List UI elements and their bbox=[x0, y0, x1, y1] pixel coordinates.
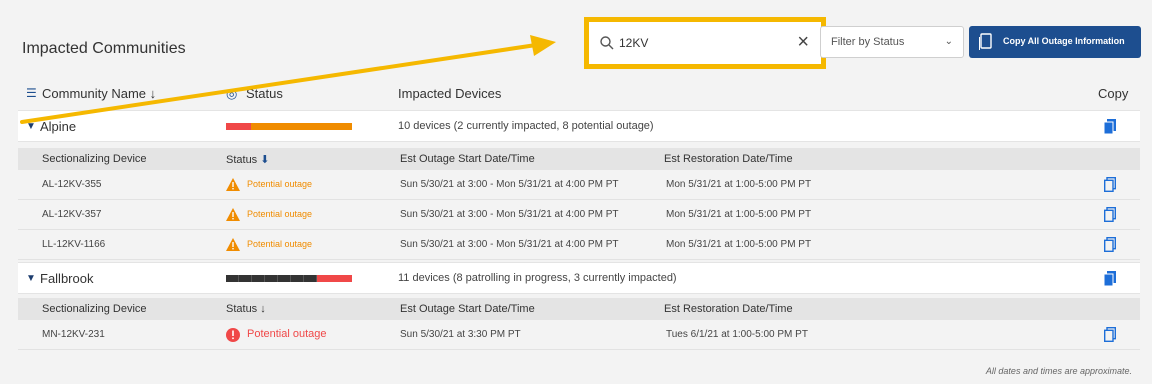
close-icon[interactable]: × bbox=[797, 32, 809, 52]
column-outage-start: Est Outage Start Date/Time bbox=[400, 303, 535, 315]
column-community-name[interactable]: Community Name ↓ bbox=[42, 86, 156, 101]
device-subheader: Sectionalizing Device Status ⬇ Est Outag… bbox=[18, 148, 1140, 170]
column-sectionalizing-device: Sectionalizing Device bbox=[42, 303, 147, 315]
outage-start: Sun 5/30/21 at 3:00 - Mon 5/31/21 at 4:0… bbox=[400, 239, 619, 250]
device-id: MN-12KV-231 bbox=[42, 329, 105, 340]
column-outage-start: Est Outage Start Date/Time bbox=[400, 153, 535, 165]
community-name: Alpine bbox=[40, 119, 77, 134]
copy-all-label: Copy All Outage Information bbox=[1003, 36, 1125, 46]
search-value[interactable]: 12KV bbox=[619, 36, 648, 50]
device-id: AL-12KV-355 bbox=[42, 179, 102, 190]
copy-icon[interactable] bbox=[1104, 237, 1116, 252]
column-device-status[interactable]: Status ↓ bbox=[226, 303, 266, 315]
column-impacted-devices: Impacted Devices bbox=[398, 86, 502, 101]
status-text: Potential outage bbox=[247, 239, 313, 249]
table-row: AL-12KV-357 Potential outage Sun 5/30/21… bbox=[18, 200, 1140, 230]
footnote: All dates and times are approximate. bbox=[985, 366, 1132, 376]
restoration-time: Mon 5/31/21 at 1:00-5:00 PM PT bbox=[666, 179, 812, 190]
column-sectionalizing-device: Sectionalizing Device bbox=[42, 153, 147, 165]
chevron-down-icon: ⌄ bbox=[944, 36, 953, 47]
column-copy: Copy bbox=[1098, 86, 1129, 101]
outage-start: Sun 5/30/21 at 3:00 - Mon 5/31/21 at 4:0… bbox=[400, 179, 619, 190]
warning-icon bbox=[226, 178, 240, 191]
table-header: ☰ Community Name ↓ ◎ Status Impacted Dev… bbox=[18, 76, 1140, 110]
copy-icon[interactable] bbox=[1104, 271, 1116, 286]
impacted-devices-summary: 10 devices (2 currently impacted, 8 pote… bbox=[398, 120, 654, 132]
community-row-fallbrook[interactable]: ▼ Fallbrook 11 devices (8 patrolling in … bbox=[18, 262, 1140, 294]
sort-list-icon[interactable]: ☰ bbox=[26, 86, 37, 100]
device-status: Potential outage bbox=[225, 207, 312, 223]
column-status[interactable]: Status bbox=[246, 86, 283, 101]
column-device-status[interactable]: Status ⬇ bbox=[226, 153, 269, 166]
copy-icon[interactable] bbox=[1104, 177, 1116, 192]
copy-icon[interactable] bbox=[1104, 207, 1116, 222]
alert-icon bbox=[226, 328, 240, 342]
device-status: Potential outage bbox=[225, 327, 327, 343]
status-bar bbox=[226, 275, 352, 282]
impacted-devices-summary: 11 devices (8 patrolling in progress, 3 … bbox=[398, 272, 677, 284]
device-status: Potential outage bbox=[225, 177, 312, 193]
device-id: AL-12KV-357 bbox=[42, 209, 102, 220]
outage-start: Sun 5/30/21 at 3:30 PM PT bbox=[400, 329, 521, 340]
status-bar-segment bbox=[226, 275, 317, 282]
search-highlight: 12KV × bbox=[584, 17, 826, 69]
status-bar-segment bbox=[316, 275, 352, 282]
device-status: Potential outage bbox=[225, 237, 312, 253]
search-icon bbox=[600, 36, 614, 50]
device-subheader: Sectionalizing Device Status ↓ Est Outag… bbox=[18, 298, 1140, 320]
community-row-alpine[interactable]: ▼ Alpine 10 devices (2 currently impacte… bbox=[18, 110, 1140, 142]
search-input[interactable]: 12KV × bbox=[589, 22, 821, 64]
table-row: AL-12KV-355 Potential outage Sun 5/30/21… bbox=[18, 170, 1140, 200]
status-bar bbox=[226, 123, 352, 130]
column-restoration: Est Restoration Date/Time bbox=[664, 153, 793, 165]
warning-icon bbox=[226, 208, 240, 221]
copy-all-button[interactable]: Copy All Outage Information bbox=[969, 26, 1141, 58]
table-row: LL-12KV-1166 Potential outage Sun 5/30/2… bbox=[18, 230, 1140, 260]
page-title: Impacted Communities bbox=[22, 40, 186, 57]
warning-icon bbox=[226, 238, 240, 251]
column-restoration: Est Restoration Date/Time bbox=[664, 303, 793, 315]
copy-document-icon bbox=[979, 33, 992, 50]
status-filter-label: Filter by Status bbox=[831, 36, 905, 48]
copy-icon[interactable] bbox=[1104, 327, 1116, 342]
status-bar-segment bbox=[251, 123, 352, 130]
expand-toggle-icon[interactable]: ▼ bbox=[26, 121, 36, 132]
restoration-time: Tues 6/1/21 at 1:00-5:00 PM PT bbox=[666, 329, 808, 340]
outage-start: Sun 5/30/21 at 3:00 - Mon 5/31/21 at 4:0… bbox=[400, 209, 619, 220]
table-row: MN-12KV-231 Potential outage Sun 5/30/21… bbox=[18, 320, 1140, 350]
status-filter-select[interactable]: Filter by Status ⌄ bbox=[820, 26, 964, 58]
status-info-icon: ◎ bbox=[226, 86, 238, 101]
copy-icon[interactable] bbox=[1104, 119, 1116, 134]
device-id: LL-12KV-1166 bbox=[42, 239, 106, 250]
expand-toggle-icon[interactable]: ▼ bbox=[26, 273, 36, 284]
status-text: Potential outage bbox=[247, 179, 313, 189]
status-text: Potential outage bbox=[247, 209, 313, 219]
community-name: Fallbrook bbox=[40, 271, 94, 286]
status-bar-segment bbox=[226, 123, 252, 130]
status-text: Potential outage bbox=[247, 328, 327, 340]
restoration-time: Mon 5/31/21 at 1:00-5:00 PM PT bbox=[666, 209, 812, 220]
restoration-time: Mon 5/31/21 at 1:00-5:00 PM PT bbox=[666, 239, 812, 250]
